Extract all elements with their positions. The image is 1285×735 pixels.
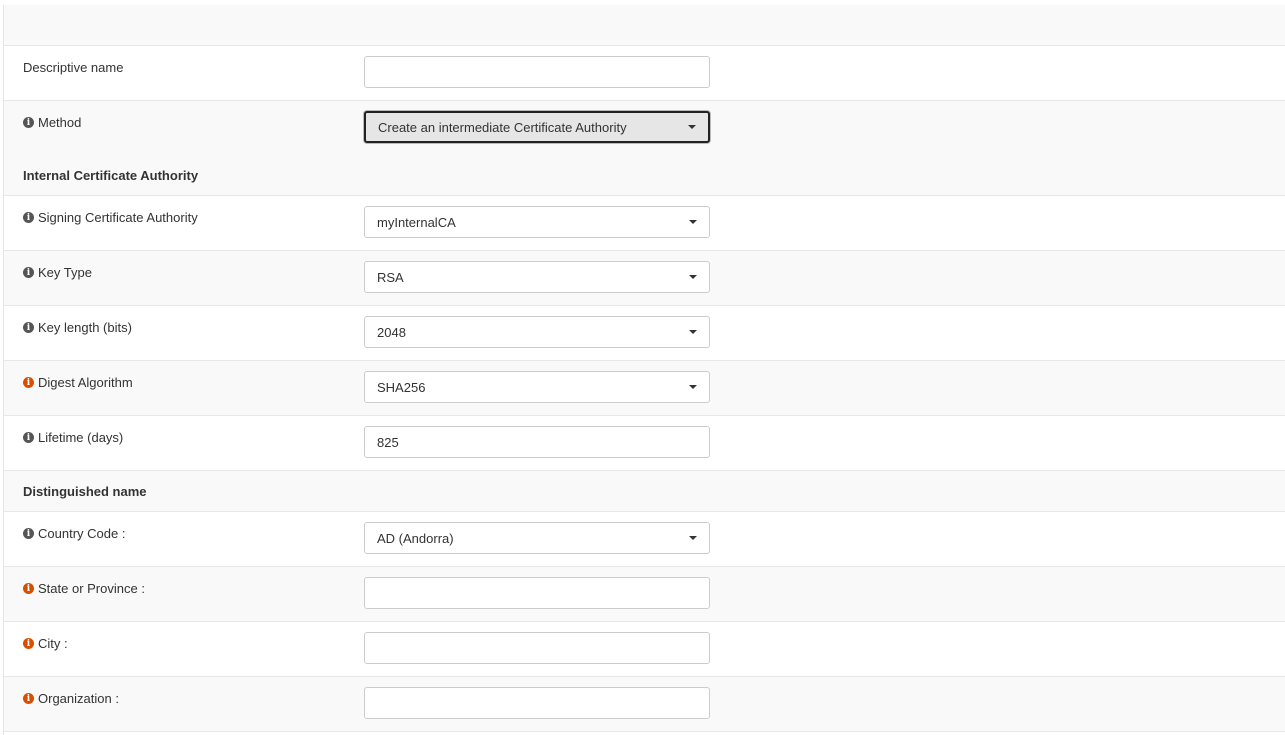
info-icon[interactable]: i bbox=[23, 693, 34, 704]
label: Lifetime (days) bbox=[38, 430, 124, 445]
info-icon[interactable]: i bbox=[23, 638, 34, 649]
label: Method bbox=[38, 115, 82, 130]
info-icon[interactable]: i bbox=[23, 528, 34, 539]
method-select[interactable]: Create an intermediate Certificate Autho… bbox=[364, 111, 710, 143]
caret-down-icon bbox=[689, 275, 697, 279]
info-icon[interactable]: i bbox=[23, 212, 34, 223]
row-key-type: i Key Type RSA bbox=[4, 251, 1285, 306]
organization-input[interactable] bbox=[364, 687, 710, 719]
row-country: i Country Code : AD (Andorra) bbox=[4, 512, 1285, 567]
row-descriptive-name: Descriptive name bbox=[4, 46, 1285, 101]
state-input[interactable] bbox=[364, 577, 710, 609]
row-state: i State or Province : bbox=[4, 567, 1285, 622]
section-title: Distinguished name bbox=[23, 484, 147, 499]
certificate-form: Descriptive name i Method Create an inter… bbox=[3, 5, 1285, 735]
caret-down-icon bbox=[688, 125, 696, 129]
row-key-length: i Key length (bits) 2048 bbox=[4, 306, 1285, 361]
digest-select[interactable]: SHA256 bbox=[364, 371, 710, 403]
info-icon[interactable]: i bbox=[23, 322, 34, 333]
row-organization: i Organization : bbox=[4, 677, 1285, 732]
label: Signing Certificate Authority bbox=[38, 210, 198, 225]
country-select[interactable]: AD (Andorra) bbox=[364, 522, 710, 554]
row-lifetime: i Lifetime (days) 825 bbox=[4, 416, 1285, 471]
section-internal-ca: Internal Certificate Authority bbox=[4, 155, 1285, 196]
city-input[interactable] bbox=[364, 632, 710, 664]
row-method: i Method Create an intermediate Certifica… bbox=[4, 101, 1285, 155]
caret-down-icon bbox=[689, 330, 697, 334]
info-icon[interactable]: i bbox=[23, 117, 34, 128]
row-signing-ca: i Signing Certificate Authority myInterna… bbox=[4, 196, 1285, 251]
label: Country Code : bbox=[38, 526, 126, 541]
form-header bbox=[4, 5, 1285, 46]
row-digest: i Digest Algorithm SHA256 bbox=[4, 361, 1285, 416]
section-distinguished-name: Distinguished name bbox=[4, 471, 1285, 512]
section-title: Internal Certificate Authority bbox=[23, 168, 199, 183]
caret-down-icon bbox=[689, 385, 697, 389]
row-city: i City : bbox=[4, 622, 1285, 677]
descriptive-name-input[interactable] bbox=[364, 56, 710, 88]
info-icon[interactable]: i bbox=[23, 432, 34, 443]
caret-down-icon bbox=[689, 536, 697, 540]
key-length-select[interactable]: 2048 bbox=[364, 316, 710, 348]
caret-down-icon bbox=[689, 220, 697, 224]
label: Descriptive name bbox=[23, 60, 124, 75]
label: City : bbox=[38, 636, 68, 651]
info-icon[interactable]: i bbox=[23, 583, 34, 594]
lifetime-input[interactable]: 825 bbox=[364, 426, 710, 458]
label: Key Type bbox=[38, 265, 92, 280]
label: State or Province : bbox=[38, 581, 145, 596]
signing-ca-select[interactable]: myInternalCA bbox=[364, 206, 710, 238]
key-type-select[interactable]: RSA bbox=[364, 261, 710, 293]
info-icon[interactable]: i bbox=[23, 267, 34, 278]
label: Organization : bbox=[38, 691, 119, 706]
label: Key length (bits) bbox=[38, 320, 132, 335]
info-icon[interactable]: i bbox=[23, 377, 34, 388]
label: Digest Algorithm bbox=[38, 375, 133, 390]
